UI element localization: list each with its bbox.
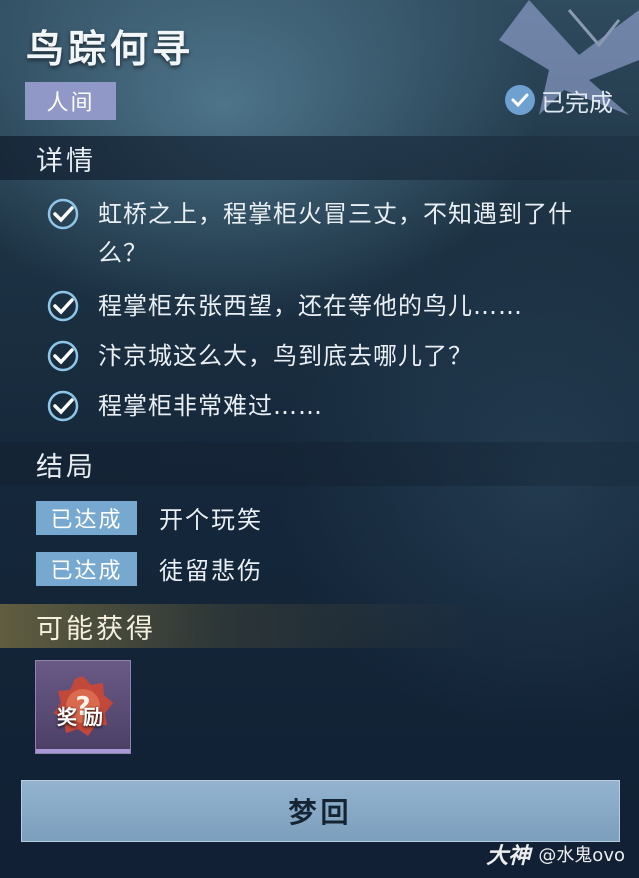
detail-item: 程掌柜东张西望，还在等他的鸟儿…… bbox=[46, 287, 618, 326]
details-header: 详情 bbox=[0, 136, 639, 180]
watermark: 大神 @水鬼ovo bbox=[486, 838, 625, 870]
reward-label: 奖励 bbox=[57, 705, 109, 729]
completed-label: 已完成 bbox=[541, 88, 613, 117]
detail-item: 程掌柜非常难过…… bbox=[46, 387, 618, 426]
rewards-header: 可能获得 bbox=[0, 604, 639, 648]
detail-text: 程掌柜东张西望，还在等他的鸟儿…… bbox=[98, 292, 523, 320]
detail-text: 虹桥之上，程掌柜火冒三丈，不知遇到了什么？ bbox=[98, 200, 573, 267]
ending-name: 徒留悲伤 bbox=[159, 557, 263, 585]
quest-title: 鸟踪何寻 bbox=[26, 26, 195, 71]
details-heading: 详情 bbox=[36, 145, 96, 177]
detail-item: 汴京城这么大，鸟到底去哪儿了？ bbox=[46, 337, 618, 376]
dream-return-button[interactable]: 梦回 bbox=[21, 780, 620, 842]
reward-slot[interactable]: ? 奖励 bbox=[35, 660, 131, 754]
check-icon bbox=[47, 198, 79, 230]
rewards-heading: 可能获得 bbox=[36, 613, 156, 645]
check-icon bbox=[47, 290, 79, 322]
completed-status: 已完成 bbox=[505, 84, 613, 117]
check-icon bbox=[47, 340, 79, 372]
detail-text: 汴京城这么大，鸟到底去哪儿了？ bbox=[98, 342, 473, 370]
watermark-logo: 大神 bbox=[486, 844, 531, 869]
achieved-badge: 已达成 bbox=[36, 500, 137, 535]
ending-item: 已达成 徒留悲伤 bbox=[36, 551, 263, 586]
endings-header: 结局 bbox=[0, 442, 639, 486]
reward-slot-underline bbox=[36, 749, 130, 753]
endings-heading: 结局 bbox=[36, 451, 96, 483]
completed-check-icon bbox=[505, 85, 535, 115]
detail-text: 程掌柜非常难过…… bbox=[98, 392, 323, 420]
ending-item: 已达成 开个玩笑 bbox=[36, 500, 263, 535]
watermark-user: @水鬼ovo bbox=[538, 845, 625, 866]
ending-name: 开个玩笑 bbox=[159, 506, 263, 534]
achieved-badge: 已达成 bbox=[36, 551, 137, 586]
check-icon bbox=[47, 390, 79, 422]
category-tag: 人间 bbox=[25, 82, 116, 120]
detail-item: 虹桥之上，程掌柜火冒三丈，不知遇到了什么？ bbox=[46, 195, 618, 273]
